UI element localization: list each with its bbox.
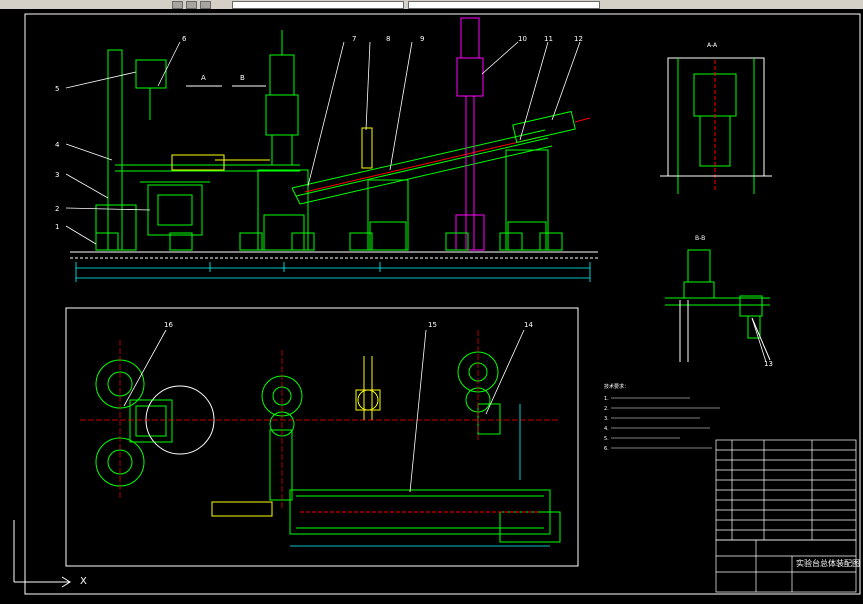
linetype-dropdown[interactable]	[408, 1, 600, 9]
ucs-x-label: X	[80, 576, 87, 587]
part-label-16: 16	[164, 321, 173, 329]
part-label-5: 5	[55, 85, 59, 93]
part-label-7: 7	[352, 35, 356, 43]
part-label-4: 4	[55, 141, 60, 149]
section-bb-label: B-B	[695, 235, 705, 242]
tech-note-line: 2.	[604, 406, 609, 412]
part-label-13: 13	[764, 360, 773, 368]
tech-note-line: 4.	[604, 426, 609, 432]
tech-notes-heading: 技术要求：	[604, 383, 629, 390]
part-label-1: 1	[55, 223, 59, 231]
part-label-6: 6	[182, 35, 187, 43]
tech-note-line: 1.	[604, 396, 609, 402]
cad-drawing-canvas[interactable]: A B A-A B-B 1 2 3 4 5 6 7 8 9 10 11 12 1…	[0, 9, 863, 604]
part-label-8: 8	[386, 35, 390, 43]
part-label-15: 15	[428, 321, 437, 329]
part-label-3: 3	[55, 171, 59, 179]
command-line[interactable]	[0, 594, 300, 604]
toolbar-button[interactable]	[200, 1, 211, 9]
toolbar-button[interactable]	[172, 1, 183, 9]
part-label-14: 14	[524, 321, 533, 329]
arrow-a-label: A	[201, 74, 206, 82]
part-label-12: 12	[574, 35, 583, 43]
tech-note-line: 3.	[604, 416, 609, 422]
drawing-title: 实验台总体装配图	[796, 558, 860, 568]
arrow-b-label: B	[240, 74, 245, 82]
part-label-10: 10	[518, 35, 527, 43]
part-label-11: 11	[544, 35, 553, 43]
part-label-9: 9	[420, 35, 424, 43]
toolbar-button[interactable]	[186, 1, 197, 9]
tech-note-line: 5.	[604, 436, 609, 442]
part-label-2: 2	[55, 205, 59, 213]
section-aa-label: A-A	[707, 42, 718, 49]
tech-note-line: 6.	[604, 446, 609, 452]
layer-dropdown[interactable]	[232, 1, 404, 9]
